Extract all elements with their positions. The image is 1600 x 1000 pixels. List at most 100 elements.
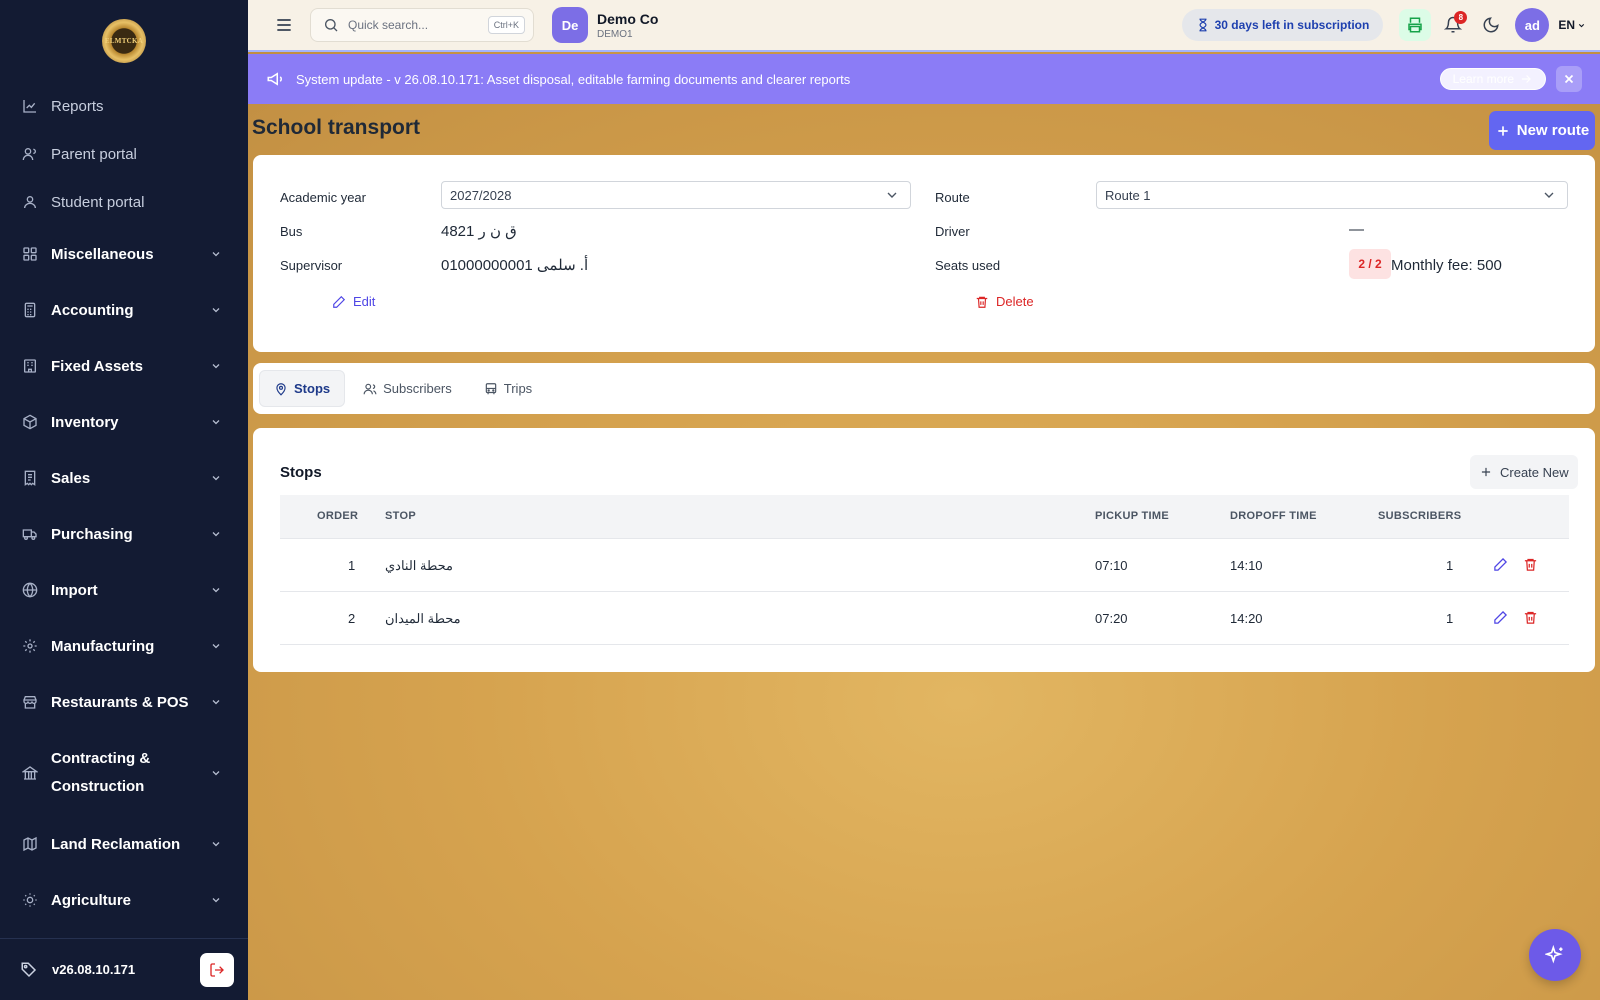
- stop-name: محطة النادي: [385, 558, 454, 573]
- tab-label: Stops: [294, 381, 331, 396]
- route-value: Route 1: [1105, 187, 1151, 203]
- driver-label: Driver: [935, 224, 970, 239]
- user-avatar[interactable]: ad: [1515, 8, 1550, 42]
- tab-stops[interactable]: Stops: [259, 370, 346, 407]
- sidebar-group-manufacturing[interactable]: Manufacturing: [0, 618, 248, 674]
- sun-icon: [23, 893, 37, 907]
- app-version: v26.08.10.171: [52, 962, 136, 977]
- user-icon: [24, 196, 36, 209]
- sidebar-group-fixed-assets[interactable]: Fixed Assets: [0, 338, 248, 394]
- arrow-right-icon: [1521, 75, 1531, 83]
- banner-text: System update - v 26.08.10.171: Asset di…: [296, 71, 851, 87]
- subscriber-count: 1: [1446, 611, 1454, 626]
- sidebar-group-sales[interactable]: Sales: [0, 450, 248, 506]
- chevron-down-icon: [212, 308, 220, 313]
- chevron-down-icon: [212, 771, 220, 776]
- column-header-order: ORDER: [317, 510, 359, 522]
- edit-route-button[interactable]: Edit: [332, 294, 375, 309]
- sidebar-item-label: Student portal: [51, 193, 145, 211]
- notification-count: 8: [1454, 11, 1468, 24]
- plus-icon: [1498, 125, 1508, 136]
- notifications-button[interactable]: 8: [1437, 9, 1469, 41]
- close-icon: [1564, 74, 1574, 84]
- route-select[interactable]: Route 1: [1096, 181, 1568, 209]
- sidebar: ELMTCKA Reports Parent portal Student po…: [0, 0, 248, 1000]
- tab-trips[interactable]: Trips: [470, 370, 546, 407]
- chevron-down-icon: [212, 532, 220, 537]
- quick-search[interactable]: Quick search... Ctrl+K: [310, 8, 534, 42]
- company-switcher[interactable]: De Demo Co DEMO1: [552, 7, 1182, 43]
- supervisor-label: Supervisor: [280, 258, 343, 273]
- sidebar-group-label: Manufacturing: [51, 637, 155, 655]
- building-icon: [24, 359, 36, 373]
- route-tabs: Stops Subscribers Trips: [253, 363, 1595, 414]
- sidebar-item-parent-portal[interactable]: Parent portal: [0, 130, 248, 178]
- chevron-down-icon: [212, 842, 220, 847]
- new-route-button[interactable]: New route: [1489, 111, 1595, 150]
- edit-stop-icon[interactable]: [1493, 557, 1508, 572]
- logo-text: ELMTCKA: [104, 37, 144, 45]
- column-header-stop: STOP: [385, 510, 416, 522]
- chevron-down-icon: [212, 420, 220, 425]
- chevron-down-icon: [212, 364, 220, 369]
- subscriber-count: 1: [1446, 558, 1454, 573]
- sidebar-group-label: Purchasing: [51, 525, 133, 543]
- sidebar-item-reports[interactable]: Reports: [0, 82, 248, 130]
- edit-stop-icon[interactable]: [1493, 610, 1508, 625]
- trash-icon: [976, 296, 988, 308]
- create-stop-button[interactable]: Create New: [1470, 455, 1578, 489]
- sidebar-group-contracting-construction[interactable]: Contracting & Construction: [0, 730, 248, 816]
- store-icon: [23, 696, 37, 709]
- subscription-badge[interactable]: 30 days left in subscription: [1181, 9, 1384, 41]
- subscription-text: 30 days left in subscription: [1214, 18, 1370, 32]
- print-button[interactable]: [1399, 9, 1432, 41]
- chevron-down-icon: [212, 476, 220, 481]
- stop-order: 1: [348, 558, 356, 573]
- seats-label: Seats used: [935, 258, 1001, 273]
- column-header-pickup-time: PICKUP TIME: [1095, 510, 1169, 522]
- logout-button[interactable]: [200, 952, 234, 987]
- sidebar-group-purchasing[interactable]: Purchasing: [0, 506, 248, 562]
- delete-route-button[interactable]: Delete: [975, 294, 1034, 309]
- sidebar-item-student-portal[interactable]: Student portal: [0, 178, 248, 226]
- receipt-icon: [24, 470, 36, 486]
- map-pin-icon: [276, 382, 286, 396]
- tab-subscribers[interactable]: Subscribers: [349, 370, 466, 407]
- sidebar-group-miscellaneous[interactable]: Miscellaneous: [0, 226, 248, 282]
- bus-icon: [485, 382, 497, 394]
- sidebar-group-label: Inventory: [51, 413, 119, 431]
- chevron-down-icon: [212, 898, 220, 903]
- driver-value: —: [1349, 221, 1364, 238]
- learn-more-button[interactable]: Learn more: [1439, 68, 1546, 90]
- tag-icon: [21, 962, 37, 977]
- banner-close-button[interactable]: [1556, 66, 1582, 92]
- delete-stop-icon[interactable]: [1523, 557, 1538, 572]
- sidebar-group-accounting[interactable]: Accounting: [0, 282, 248, 338]
- language-selector[interactable]: EN: [1558, 18, 1586, 32]
- table-row[interactable]: 2 محطة الميدان 07:20 14:20 1: [280, 592, 1569, 645]
- search-placeholder: Quick search...: [348, 18, 429, 32]
- hourglass-icon: [1199, 18, 1207, 32]
- page-title: School transport: [252, 116, 421, 139]
- sidebar-group-label: Restaurants & POS: [51, 693, 189, 711]
- ai-assistant-button[interactable]: [1529, 929, 1581, 981]
- chevron-down-icon: [1578, 23, 1585, 27]
- delete-stop-icon[interactable]: [1523, 610, 1538, 625]
- sidebar-group-land-reclamation[interactable]: Land Reclamation: [0, 816, 248, 872]
- sidebar-group-import[interactable]: Import: [0, 562, 248, 618]
- academic-year-select[interactable]: 2027/2028: [441, 181, 911, 209]
- seats-used-badge: 2 / 2: [1349, 249, 1391, 279]
- sidebar-group-inventory[interactable]: Inventory: [0, 394, 248, 450]
- table-row[interactable]: 1 محطة النادي 07:10 14:10 1: [280, 539, 1569, 592]
- sidebar-group-agriculture[interactable]: Agriculture: [0, 872, 248, 928]
- menu-icon[interactable]: [274, 15, 294, 35]
- sidebar-group-label: Land Reclamation: [51, 835, 181, 853]
- chevron-down-icon: [1544, 192, 1554, 198]
- sidebar-group-restaurants-pos[interactable]: Restaurants & POS: [0, 674, 248, 730]
- table-header: ORDER STOP PICKUP TIME DROPOFF TIME SUBS…: [280, 495, 1569, 539]
- sidebar-group-label: Contracting & Construction: [51, 750, 151, 795]
- company-logo[interactable]: ELMTCKA: [102, 19, 146, 63]
- theme-toggle[interactable]: [1475, 9, 1507, 41]
- sidebar-group-label: Accounting: [51, 301, 134, 319]
- supervisor-value: أ. سلمى 01000000001: [441, 257, 589, 274]
